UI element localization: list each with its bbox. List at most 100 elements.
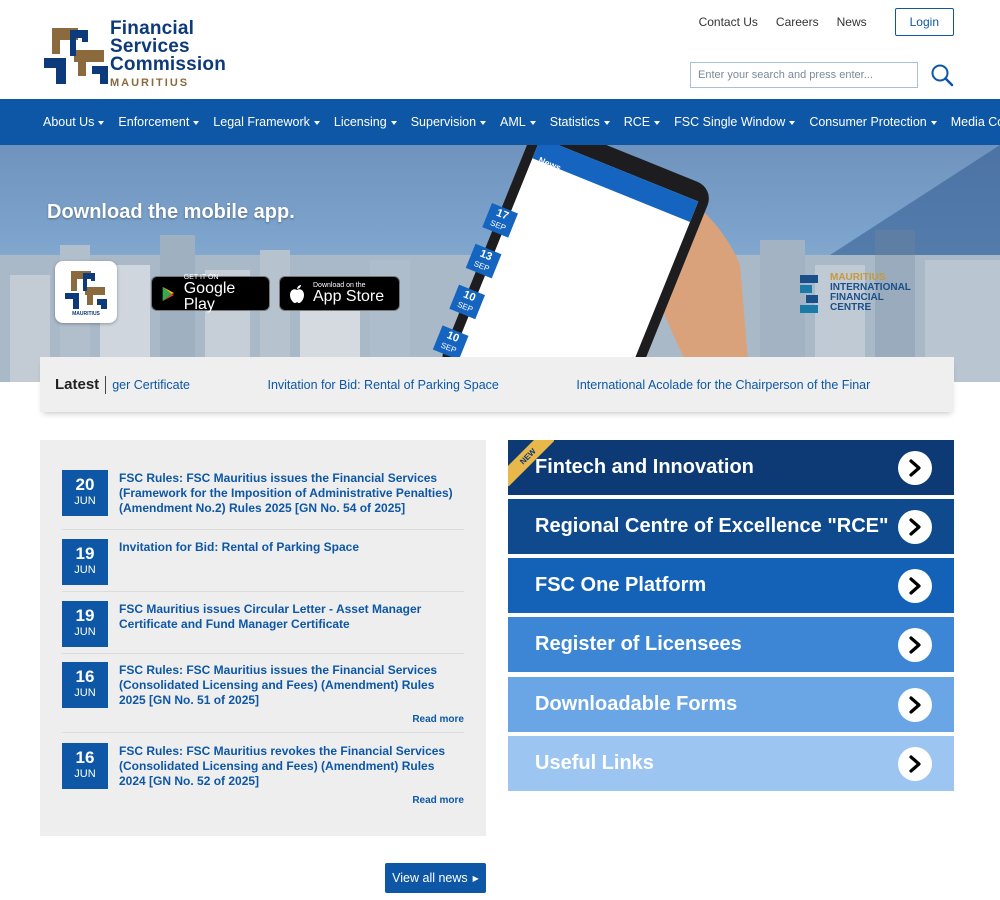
chevron-right-icon[interactable] (898, 688, 932, 722)
tile-fintech-and-innovation[interactable]: NEW Fintech and Innovation (508, 440, 954, 495)
read-more-link[interactable]: Read more (412, 714, 464, 725)
nav-label: Statistics (549, 115, 600, 129)
news-panel: 20 JUN FSC Rules: FSC Mauritius issues t… (40, 440, 486, 836)
chevron-right-icon[interactable] (898, 510, 932, 544)
nav-statistics[interactable]: Statistics (550, 115, 610, 129)
caret-down-icon (603, 121, 610, 125)
logo-subtitle: MAURITIUS (110, 77, 190, 89)
google-play-label: Google Play (183, 280, 236, 313)
news-date-box: 20 JUN (62, 470, 108, 516)
tile-label: Downloadable Forms (535, 693, 738, 715)
nav-aml[interactable]: AML (500, 115, 536, 129)
nav-label: About Us (43, 115, 95, 129)
caret-down-icon (789, 121, 796, 125)
news-title[interactable]: FSC Rules: FSC Mauritius revokes the Fin… (119, 744, 459, 789)
nav-label: AML (500, 115, 526, 129)
nav-legal-framework[interactable]: Legal Framework (213, 115, 320, 129)
ticker-item[interactable]: International Acolade for the Chairperso… (576, 378, 870, 392)
contact-us-link[interactable]: Contact Us (699, 15, 758, 29)
news-month: JUN (74, 564, 96, 576)
main-navigation: About Us Enforcement Legal Framework Lic… (0, 99, 1000, 145)
nav-supervision[interactable]: Supervision (410, 115, 487, 129)
read-more-link[interactable]: Read more (412, 795, 464, 806)
chevron-right-icon[interactable] (898, 569, 932, 603)
nav-fsc-single-window[interactable]: FSC Single Window (674, 115, 796, 129)
logo-text[interactable]: Financial Services Commission MAURITIUS (110, 19, 226, 89)
news-item[interactable]: 19 JUN FSC Mauritius issues Circular Let… (62, 601, 464, 655)
nav-enforcement[interactable]: Enforcement (118, 115, 200, 129)
caret-down-icon (313, 121, 320, 125)
news-day: 19 (75, 606, 95, 625)
new-badge: NEW (508, 440, 554, 486)
news-divider (62, 529, 464, 530)
caret-down-icon (193, 121, 200, 125)
app-store-button[interactable]: Download on the App Store (279, 276, 400, 311)
news-month: JUN (74, 768, 96, 780)
caret-down-icon (480, 121, 487, 125)
nav-about-us[interactable]: About Us (43, 115, 105, 129)
news-month: JUN (74, 495, 96, 507)
caret-down-icon (529, 121, 536, 125)
careers-link[interactable]: Careers (776, 15, 819, 29)
tile-useful-links[interactable]: Useful Links (508, 736, 954, 791)
tile-label: Regional Centre of Excellence "RCE" (535, 515, 889, 537)
chevron-right-icon[interactable] (898, 747, 932, 781)
news-item[interactable]: 20 JUN FSC Rules: FSC Mauritius issues t… (62, 470, 464, 530)
news-title[interactable]: FSC Mauritius issues Circular Letter - A… (119, 602, 459, 632)
news-item[interactable]: 19 JUN Invitation for Bid: Rental of Par… (62, 539, 464, 593)
latest-label: Latest (55, 375, 107, 394)
news-date-box: 16 JUN (62, 743, 108, 789)
news-link[interactable]: News (837, 15, 867, 29)
google-play-button[interactable]: GET IT ON Google Play (151, 274, 270, 313)
caret-down-icon (390, 121, 397, 125)
ticker-item[interactable]: Invitation for Bid: Rental of Parking Sp… (267, 378, 498, 392)
news-title[interactable]: Invitation for Bid: Rental of Parking Sp… (119, 540, 459, 555)
tile-regional-centre-of-excellence[interactable]: Regional Centre of Excellence "RCE" (508, 499, 954, 554)
tile-fsc-one-platform[interactable]: FSC One Platform (508, 558, 954, 613)
view-all-news-button[interactable]: View all news ▶ (385, 863, 486, 893)
news-item[interactable]: 16 JUN FSC Rules: FSC Mauritius issues t… (62, 662, 464, 734)
news-title[interactable]: FSC Rules: FSC Mauritius issues the Fina… (119, 471, 459, 516)
caret-down-icon (98, 121, 105, 125)
nav-rce[interactable]: RCE (624, 115, 661, 129)
ticker-item[interactable]: ger Certificate (112, 378, 190, 392)
decorative-triangle (830, 145, 1000, 255)
site-header: Financial Services Commission MAURITIUS … (0, 0, 1000, 99)
nav-label: Media Corner (950, 115, 1000, 129)
google-play-icon (162, 286, 175, 301)
app-store-label: App Store (313, 288, 385, 305)
news-day: 19 (75, 544, 95, 563)
tile-register-of-licensees[interactable]: Register of Licensees (508, 617, 954, 672)
fsc-logo-icon[interactable] (42, 20, 112, 88)
nav-licensing[interactable]: Licensing (334, 115, 397, 129)
arrow-right-icon: ▶ (472, 873, 479, 883)
news-month: JUN (74, 626, 96, 638)
news-divider (62, 732, 464, 733)
tile-downloadable-forms[interactable]: Downloadable Forms (508, 677, 954, 732)
hero-title: Download the mobile app. (47, 201, 295, 223)
news-day: 16 (75, 667, 95, 686)
nav-media-corner[interactable]: Media Corner (951, 115, 1000, 129)
mifc-line-4: CENTRE (830, 302, 872, 313)
nav-label: Consumer Protection (809, 115, 927, 129)
caret-down-icon (654, 121, 661, 125)
nav-label: FSC Single Window (674, 115, 786, 129)
mifc-logo-icon (800, 275, 818, 313)
nav-label: Supervision (410, 115, 477, 129)
view-all-label: View all news (392, 871, 468, 885)
app-badge[interactable]: MAURITIUS (55, 261, 117, 323)
login-button[interactable]: Login (894, 8, 954, 36)
search-icon[interactable] (930, 63, 954, 87)
chevron-right-icon[interactable] (898, 451, 932, 485)
chevron-right-icon[interactable] (898, 628, 932, 662)
news-date-box: 19 JUN (62, 539, 108, 585)
nav-consumer-protection[interactable]: Consumer Protection (809, 115, 937, 129)
latest-ticker-bar: Latest ger Certificate Invitation for Bi… (40, 357, 954, 412)
new-badge-text: NEW (508, 440, 554, 486)
news-item[interactable]: 16 JUN FSC Rules: FSC Mauritius revokes … (62, 743, 464, 815)
caret-down-icon (930, 121, 937, 125)
news-title[interactable]: FSC Rules: FSC Mauritius issues the Fina… (119, 663, 459, 708)
nav-label: Licensing (333, 115, 387, 129)
search-input[interactable] (690, 62, 918, 88)
nav-label: Legal Framework (213, 115, 310, 129)
